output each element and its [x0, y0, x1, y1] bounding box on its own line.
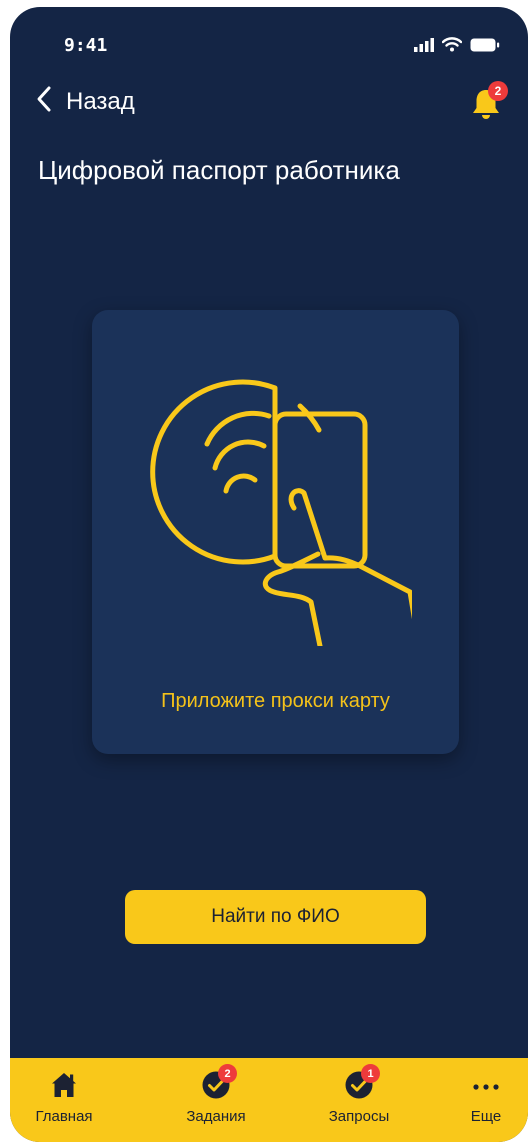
chevron-left-icon	[36, 85, 52, 118]
tab-requests-badge: 1	[361, 1064, 380, 1083]
tab-tasks-label: Задания	[186, 1108, 246, 1125]
check-circle-icon: 2	[201, 1064, 237, 1100]
card-caption: Приложите прокси карту	[161, 690, 390, 712]
status-bar: 9:41	[10, 7, 528, 77]
battery-icon	[470, 38, 500, 57]
tab-requests[interactable]: 1 Запросы	[313, 1058, 405, 1142]
bell-icon	[470, 90, 502, 125]
phone-screen: 9:41 Назад 2 Цифровой паспорт работника …	[10, 7, 528, 1142]
signal-icon	[414, 37, 434, 57]
home-icon	[49, 1070, 79, 1100]
tab-bar: Главная 2 Задания 1 Запросы Еще	[10, 1058, 528, 1142]
tab-home-label: Главная	[35, 1108, 93, 1125]
tab-requests-label: Запросы	[328, 1108, 390, 1125]
back-button[interactable]: Назад	[36, 85, 135, 118]
find-by-name-button[interactable]: Найти по ФИО	[125, 890, 426, 944]
tab-more[interactable]: Еще	[456, 1058, 516, 1142]
check-circle-icon: 1	[344, 1064, 380, 1100]
notifications-badge: 2	[488, 81, 508, 101]
tab-home[interactable]: Главная	[20, 1058, 108, 1142]
hand-card-icon	[142, 346, 422, 651]
notifications-button[interactable]: 2	[470, 81, 508, 125]
more-dots-icon	[471, 1070, 501, 1100]
page-title: Цифровой паспорт работника	[38, 155, 400, 185]
status-time: 9:41	[64, 35, 108, 56]
tab-more-label: Еще	[470, 1108, 502, 1125]
status-icons	[414, 37, 500, 57]
back-label: Назад	[66, 87, 135, 115]
wifi-icon	[441, 37, 463, 57]
tab-tasks[interactable]: 2 Задания	[170, 1058, 262, 1142]
proxy-card-panel: Приложите прокси карту	[92, 310, 459, 754]
tab-tasks-badge: 2	[218, 1064, 237, 1083]
